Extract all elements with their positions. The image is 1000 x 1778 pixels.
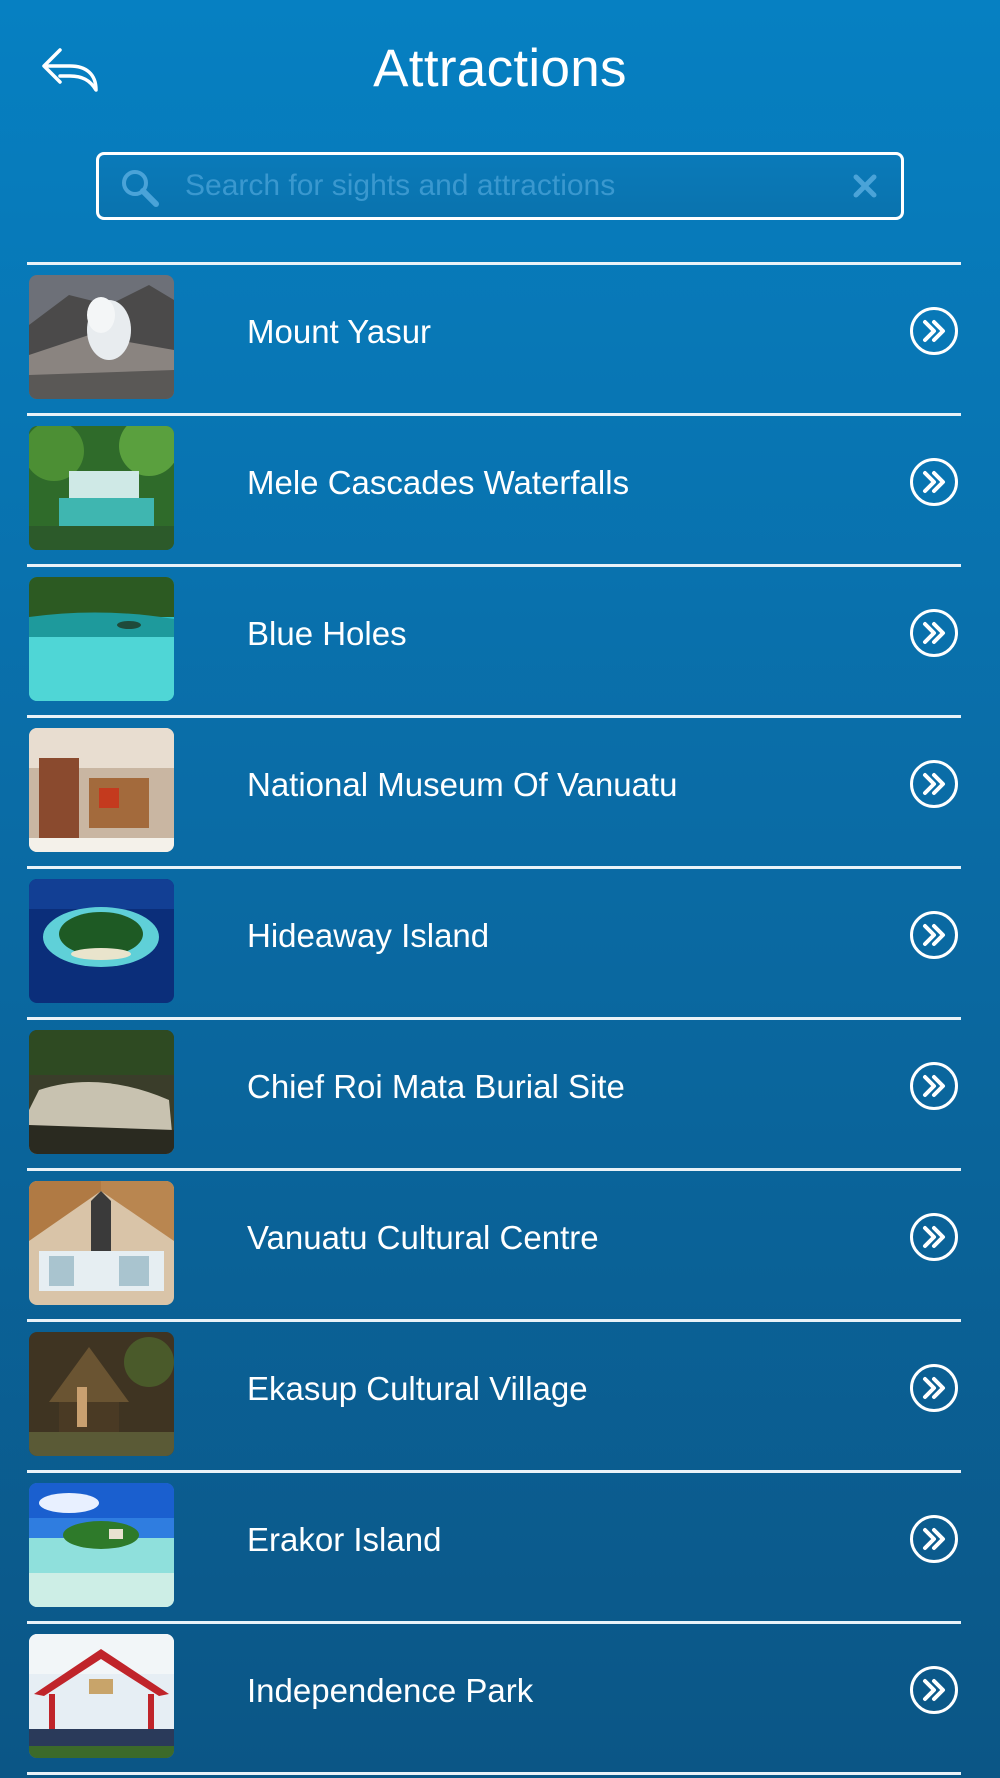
cultural-centre-photo — [29, 1181, 174, 1305]
burial-site-photo — [29, 1030, 174, 1154]
chevron-right-circle-icon[interactable] — [909, 910, 959, 960]
attraction-name: Blue Holes — [247, 615, 407, 652]
clear-icon[interactable] — [851, 172, 879, 200]
tropical-island-photo — [29, 1483, 174, 1607]
attraction-name: Erakor Island — [247, 1521, 442, 1558]
lagoon-photo — [29, 577, 174, 701]
chevron-right-circle-icon[interactable] — [909, 1363, 959, 1413]
page-title: Attractions — [373, 39, 627, 98]
volcano-photo — [29, 275, 174, 399]
search-icon — [122, 170, 159, 207]
list-item-hideaway-island[interactable]: Hideaway Island — [27, 869, 961, 1017]
list-item-mount-yasur[interactable]: Mount Yasur — [27, 265, 961, 413]
attraction-name: Mount Yasur — [247, 313, 432, 350]
list-item-ekasup-village[interactable]: Ekasup Cultural Village — [27, 1322, 961, 1470]
search-input[interactable] — [185, 163, 805, 209]
attraction-name: Independence Park — [247, 1672, 534, 1709]
attraction-name: Hideaway Island — [247, 917, 490, 954]
search-bar — [96, 152, 904, 220]
museum-photo — [29, 728, 174, 852]
chevron-right-circle-icon[interactable] — [909, 457, 959, 507]
list-item-national-museum[interactable]: National Museum Of Vanuatu — [27, 718, 961, 866]
chevron-right-circle-icon[interactable] — [909, 306, 959, 356]
list-item-blue-holes[interactable]: Blue Holes — [27, 567, 961, 715]
village-photo — [29, 1332, 174, 1456]
list-item-chief-roi-mata[interactable]: Chief Roi Mata Burial Site — [27, 1020, 961, 1168]
list-item-cultural-centre[interactable]: Vanuatu Cultural Centre — [27, 1171, 961, 1319]
chevron-right-circle-icon[interactable] — [909, 1061, 959, 1111]
attraction-name: Ekasup Cultural Village — [247, 1370, 588, 1407]
attraction-name: National Museum Of Vanuatu — [247, 766, 678, 803]
chevron-right-circle-icon[interactable] — [909, 1665, 959, 1715]
list-item-erakor-island[interactable]: Erakor Island — [27, 1473, 961, 1621]
divider — [27, 1772, 961, 1775]
attraction-name: Mele Cascades Waterfalls — [247, 464, 630, 501]
list-item-independence-park[interactable]: Independence Park — [27, 1624, 961, 1772]
island-aerial-photo — [29, 879, 174, 1003]
park-pavilion-photo — [29, 1634, 174, 1758]
attraction-name: Chief Roi Mata Burial Site — [247, 1068, 625, 1105]
chevron-right-circle-icon[interactable] — [909, 1212, 959, 1262]
chevron-right-circle-icon[interactable] — [909, 759, 959, 809]
chevron-right-circle-icon[interactable] — [909, 608, 959, 658]
attractions-list: Mount Yasur Mele Cascades Waterfalls Blu… — [27, 262, 961, 1775]
waterfall-photo — [29, 426, 174, 550]
chevron-right-circle-icon[interactable] — [909, 1514, 959, 1564]
attraction-name: Vanuatu Cultural Centre — [247, 1219, 599, 1256]
header-bar: Attractions — [0, 0, 1000, 140]
list-item-mele-cascades[interactable]: Mele Cascades Waterfalls — [27, 416, 961, 564]
